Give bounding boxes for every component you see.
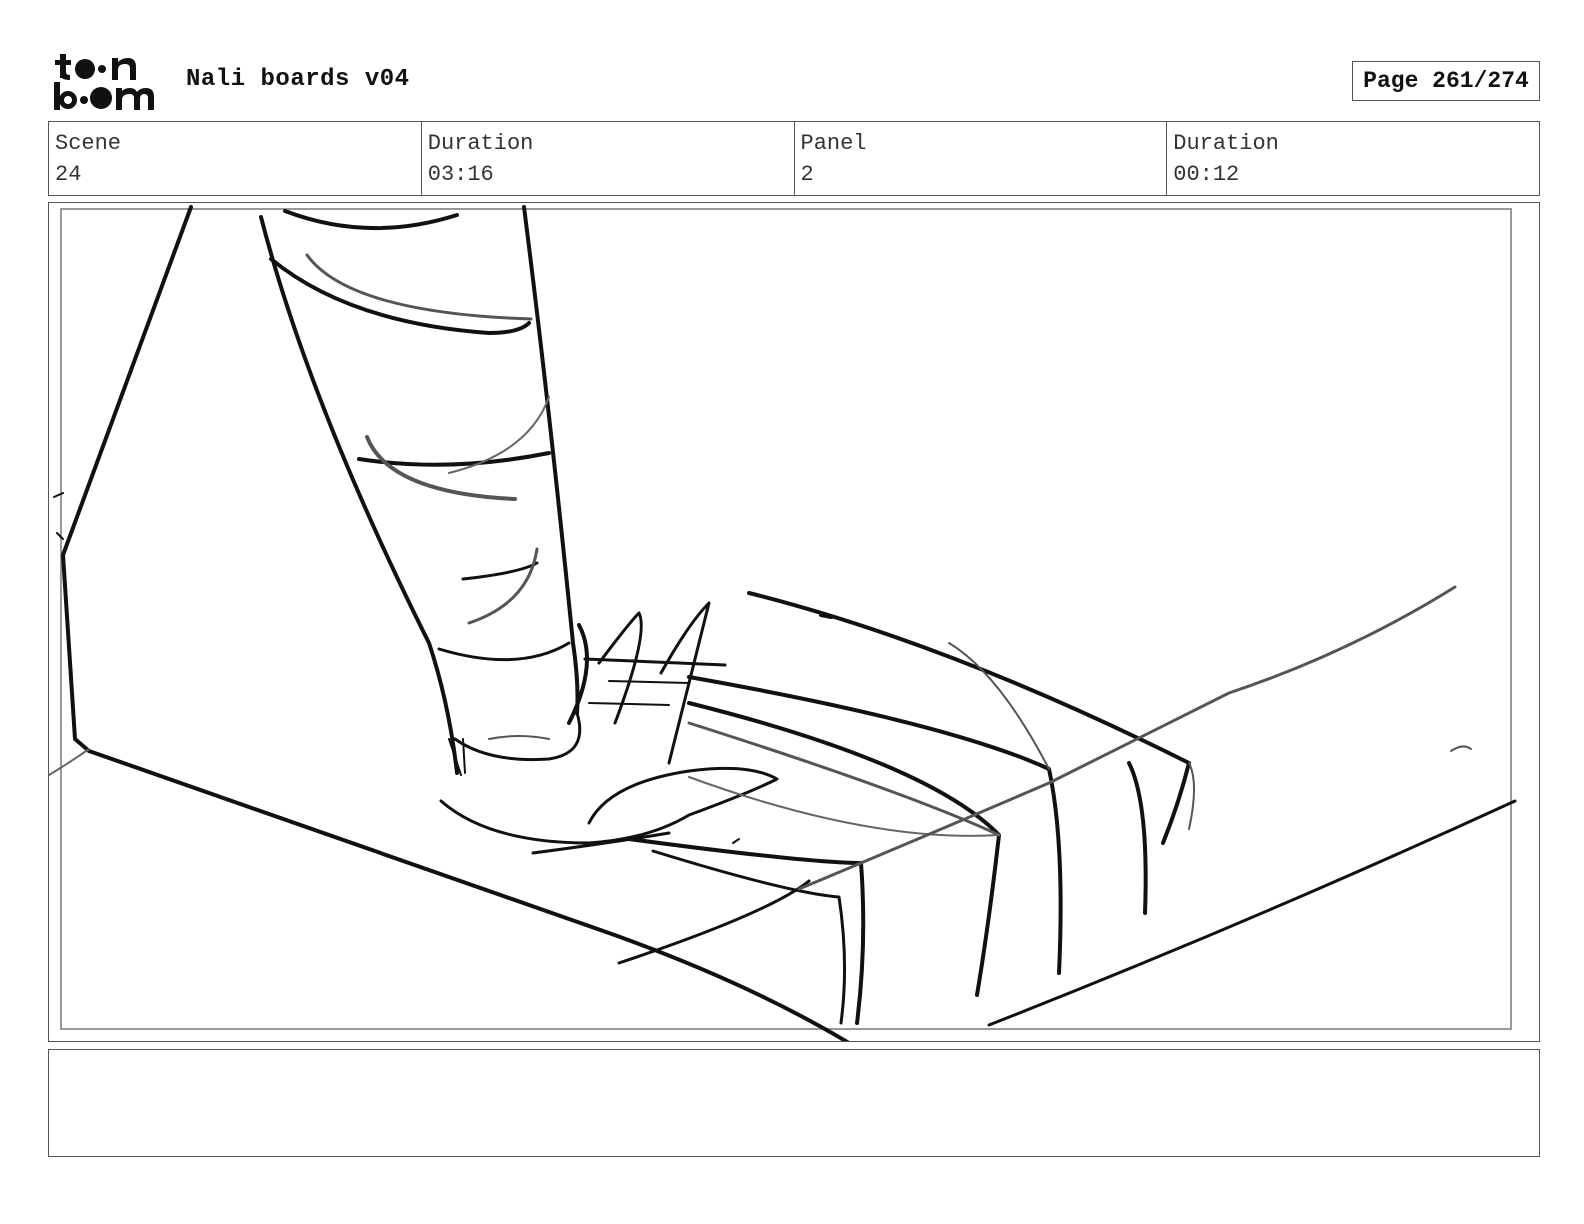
camera-frame (60, 208, 1512, 1030)
info-table: Scene 24 Duration 03:16 Panel 2 Duration… (48, 121, 1540, 196)
scene-label: Scene (55, 131, 122, 156)
scene-duration-value: 03:16 (427, 162, 494, 187)
scene-duration-label: Duration (427, 131, 534, 156)
scene-cell: Scene 24 (49, 122, 422, 195)
panel-duration-label: Duration (1173, 131, 1279, 156)
storyboard-panel (48, 202, 1540, 1042)
panel-notes (48, 1049, 1540, 1157)
scene-value: 24 (55, 162, 82, 187)
panel-sketch (49, 205, 1517, 1041)
panel-duration-cell: Duration 00:12 (1167, 122, 1539, 195)
panel-value: 2 (800, 162, 814, 187)
board-title: Nali boards v04 (186, 66, 410, 93)
panel-label: Panel (800, 131, 867, 156)
scene-duration-cell: Duration 03:16 (422, 122, 795, 195)
panel-duration-value: 00:12 (1173, 162, 1240, 187)
panel-cell: Panel 2 (795, 122, 1168, 195)
toonboom-logo (54, 54, 154, 110)
page-number: Page 261/274 (1352, 61, 1540, 101)
